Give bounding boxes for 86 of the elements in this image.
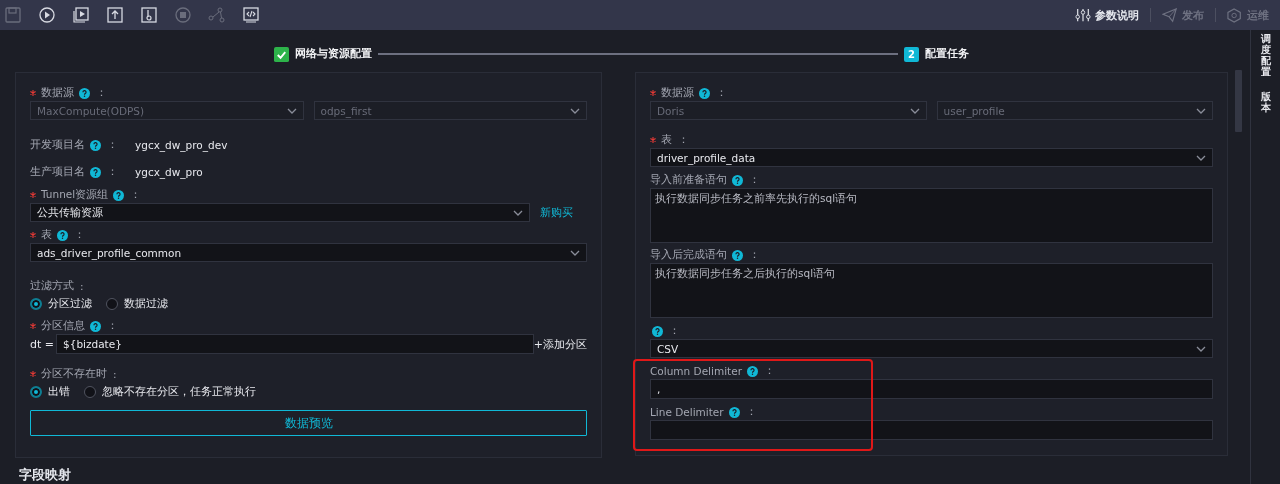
help-icon[interactable] xyxy=(746,365,758,377)
toolbar-button[interactable]: 参数说明 xyxy=(1072,7,1142,23)
label-colon: ： xyxy=(669,324,680,338)
field-label: 数据源 xyxy=(41,86,74,100)
radio-label[interactable]: 忽略不存在分区，任务正常执行 xyxy=(102,385,256,399)
dropdown[interactable]: driver_profile_data xyxy=(650,148,1213,167)
help-icon[interactable] xyxy=(732,249,743,261)
help-icon[interactable] xyxy=(732,174,743,186)
label-colon: ： xyxy=(74,228,85,242)
input-field[interactable]: ${bizdate} xyxy=(56,334,534,354)
side-tab[interactable]: 调度配置 xyxy=(1260,33,1271,77)
field-label: 导入前准备语句 xyxy=(650,173,727,187)
label-colon: ： xyxy=(130,188,142,202)
field-value: ygcx_dw_pro_dev xyxy=(135,139,228,151)
label-colon: ： xyxy=(678,133,689,147)
chevron-icon xyxy=(570,107,580,114)
chevron-icon xyxy=(513,209,523,216)
field-label: 生产项目名 xyxy=(30,165,85,179)
paper-plane-icon xyxy=(1162,7,1178,23)
step-label: 网络与资源配置 xyxy=(295,47,372,61)
add-partition-link[interactable]: +添加分区 xyxy=(533,336,587,352)
label-colon: ： xyxy=(96,86,107,100)
radio-label[interactable]: 数据过滤 xyxy=(124,297,168,311)
field-label: Tunnel资源组 xyxy=(41,188,109,202)
sql-textarea[interactable]: 执行数据同步任务之前率先执行的sql语句 xyxy=(650,188,1213,243)
label-colon: : xyxy=(113,368,117,380)
field-label: 分区不存在时 xyxy=(41,367,107,381)
field-value: ygcx_dw_pro xyxy=(135,166,203,178)
help-icon[interactable] xyxy=(652,325,663,337)
label-colon: ： xyxy=(107,138,118,152)
radio-button[interactable] xyxy=(106,298,118,310)
section-title: 字段映射 xyxy=(19,466,72,484)
label-colon: ： xyxy=(749,173,760,187)
chevron-icon xyxy=(286,107,297,114)
code-icon[interactable] xyxy=(242,6,260,24)
step-number: 2 xyxy=(904,46,919,62)
radio-button[interactable] xyxy=(30,386,42,398)
help-icon[interactable] xyxy=(57,229,68,241)
help-icon[interactable] xyxy=(113,189,125,201)
dropdown[interactable]: 公共传输资源 xyxy=(30,203,530,222)
radio-button[interactable] xyxy=(84,386,96,398)
field-label: 表 xyxy=(41,228,52,242)
preview-button[interactable]: 数据预览 xyxy=(30,410,587,436)
scrollbar[interactable] xyxy=(1235,70,1242,132)
field-label: 表 xyxy=(661,133,672,147)
branch-icon[interactable] xyxy=(140,6,158,24)
label-colon: ： xyxy=(716,86,727,100)
field-label: 分区信息 xyxy=(41,319,85,333)
field-label: 导入后完成语句 xyxy=(650,248,727,262)
help-icon[interactable] xyxy=(90,139,101,151)
radio-label[interactable]: 出错 xyxy=(48,385,70,399)
field-label: Line Delimiter xyxy=(650,406,724,418)
buy-link[interactable]: 新购买 xyxy=(540,205,573,220)
field-label: 开发项目名 xyxy=(30,138,85,152)
sliders-icon xyxy=(1075,7,1091,23)
side-tab[interactable]: 版本 xyxy=(1260,91,1271,113)
chevron-icon xyxy=(570,249,580,256)
label-colon: : xyxy=(80,280,84,292)
input-field[interactable]: , xyxy=(650,379,1213,399)
input-field[interactable] xyxy=(650,420,1213,440)
run-icon[interactable] xyxy=(38,6,56,24)
label-colon: ： xyxy=(763,364,775,378)
radio-button[interactable] xyxy=(30,298,42,310)
partition-key: dt = xyxy=(30,337,54,351)
upload-icon[interactable] xyxy=(106,6,124,24)
sql-textarea[interactable]: 执行数据同步任务之后执行的sql语句 xyxy=(650,263,1213,318)
dropdown[interactable]: ads_driver_profile_common xyxy=(30,243,587,262)
hexagon-icon xyxy=(1227,7,1243,23)
chevron-icon xyxy=(1196,154,1206,161)
dropdown[interactable]: CSV xyxy=(650,339,1213,358)
chevron-icon xyxy=(1196,345,1206,352)
label-colon: ： xyxy=(107,319,118,333)
label-colon: ： xyxy=(749,248,760,262)
step-label: 配置任务 xyxy=(925,47,969,61)
label-colon: ： xyxy=(107,165,118,179)
field-label: Column Delimiter xyxy=(650,365,742,377)
field-label: 过滤方式 xyxy=(30,279,74,293)
label-colon: ： xyxy=(745,405,757,419)
play-frame-icon[interactable] xyxy=(72,6,90,24)
radio-label[interactable]: 分区过滤 xyxy=(48,297,92,311)
chevron-icon xyxy=(1196,107,1206,114)
field-label: 数据源 xyxy=(661,86,694,100)
help-icon[interactable] xyxy=(90,320,101,332)
chevron-icon xyxy=(909,107,920,114)
help-icon[interactable] xyxy=(728,406,740,418)
help-icon[interactable] xyxy=(90,166,101,178)
